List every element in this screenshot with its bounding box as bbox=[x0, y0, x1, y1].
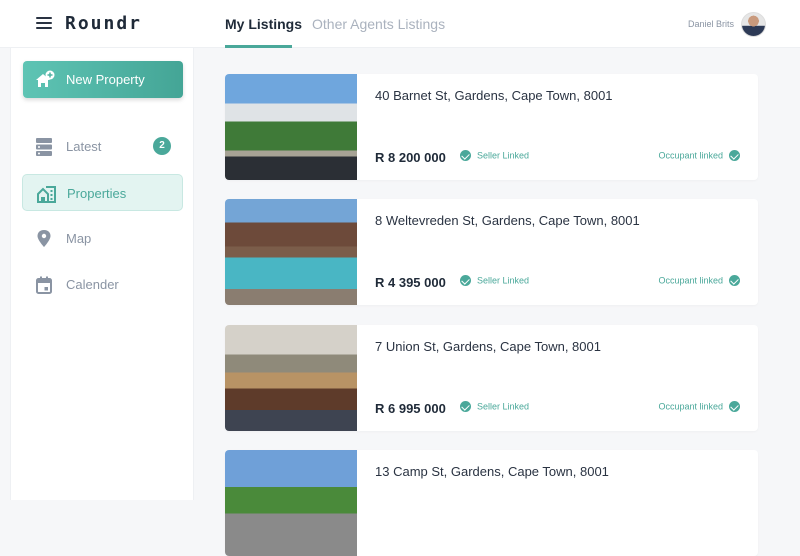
active-tab-indicator bbox=[225, 45, 292, 48]
sidebar-item-properties[interactable]: Properties bbox=[22, 174, 183, 211]
listing-price: R 4 395 000 bbox=[375, 275, 446, 290]
seller-linked-status: Seller Linked bbox=[460, 401, 529, 413]
sidebar-item-latest[interactable]: Latest 2 bbox=[22, 128, 183, 165]
listing-price: R 8 200 000 bbox=[375, 150, 446, 165]
check-circle-icon bbox=[729, 150, 740, 162]
sidebar-item-calender[interactable]: Calender bbox=[22, 266, 183, 303]
seller-linked-status: Seller Linked bbox=[460, 150, 529, 162]
check-circle-icon bbox=[460, 275, 471, 287]
listing-address: 7 Union St, Gardens, Cape Town, 8001 bbox=[375, 339, 601, 354]
listing-card[interactable]: 13 Camp St, Gardens, Cape Town, 8001 bbox=[225, 450, 758, 556]
property-photo bbox=[225, 74, 357, 180]
buildings-icon bbox=[37, 186, 56, 203]
property-photo bbox=[225, 450, 357, 556]
brand-logo: Roundr bbox=[65, 13, 143, 34]
map-pin-icon bbox=[37, 230, 51, 247]
calendar-icon bbox=[36, 276, 52, 294]
property-photo bbox=[225, 325, 357, 431]
new-property-label: New Property bbox=[66, 72, 145, 87]
top-bar: Roundr My Listings Other Agents Listings… bbox=[0, 0, 800, 48]
listing-address: 40 Barnet St, Gardens, Cape Town, 8001 bbox=[375, 88, 613, 103]
listing-address: 8 Weltevreden St, Gardens, Cape Town, 80… bbox=[375, 213, 640, 228]
sidebar-item-label: Properties bbox=[67, 186, 127, 201]
tab-other-agents-listings[interactable]: Other Agents Listings bbox=[312, 16, 445, 32]
check-circle-icon bbox=[460, 401, 471, 413]
tab-my-listings[interactable]: My Listings bbox=[225, 16, 302, 32]
check-circle-icon bbox=[460, 150, 471, 162]
avatar[interactable] bbox=[741, 12, 766, 37]
listing-card[interactable]: 7 Union St, Gardens, Cape Town, 8001 R 6… bbox=[225, 325, 758, 431]
menu-icon[interactable] bbox=[36, 17, 52, 31]
sidebar-item-label: Map bbox=[66, 231, 92, 246]
occupant-linked-status: Occupant linked bbox=[658, 150, 740, 162]
new-property-button[interactable]: New Property bbox=[23, 61, 183, 98]
sidebar-item-label: Calender bbox=[66, 277, 119, 292]
add-home-icon bbox=[36, 70, 55, 87]
sidebar-item-label: Latest bbox=[66, 139, 102, 154]
listing-address: 13 Camp St, Gardens, Cape Town, 8001 bbox=[375, 464, 609, 479]
check-circle-icon bbox=[729, 275, 740, 287]
listing-price: R 6 995 000 bbox=[375, 401, 446, 416]
property-photo bbox=[225, 199, 357, 305]
latest-count-badge: 2 bbox=[153, 137, 171, 155]
occupant-linked-status: Occupant linked bbox=[658, 401, 740, 413]
occupant-linked-status: Occupant linked bbox=[658, 275, 740, 287]
server-stack-icon bbox=[36, 138, 52, 156]
listing-card[interactable]: 8 Weltevreden St, Gardens, Cape Town, 80… bbox=[225, 199, 758, 305]
user-name[interactable]: Daniel Brits bbox=[688, 19, 734, 29]
sidebar-item-map[interactable]: Map bbox=[22, 220, 183, 257]
sidebar: New Property Latest 2 Properties Map Cal… bbox=[10, 48, 194, 500]
check-circle-icon bbox=[729, 401, 740, 413]
listing-card[interactable]: 40 Barnet St, Gardens, Cape Town, 8001 R… bbox=[225, 74, 758, 180]
seller-linked-status: Seller Linked bbox=[460, 275, 529, 287]
